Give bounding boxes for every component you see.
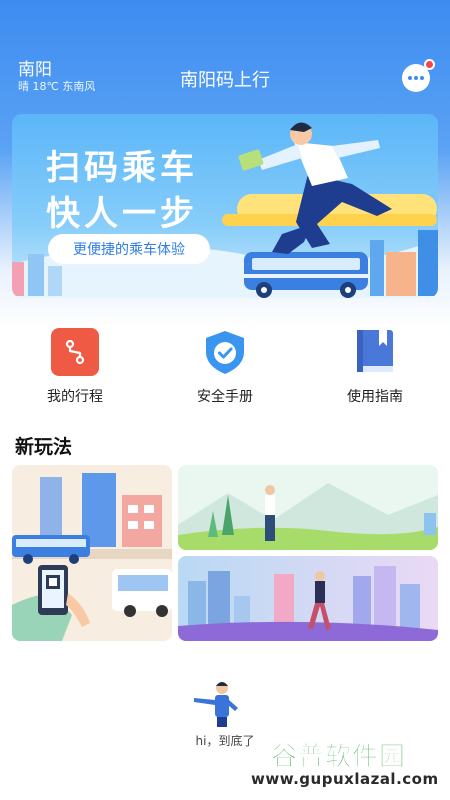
my-trips-label: 我的行程 [47,389,103,405]
safety-manual-label: 安全手册 [197,389,253,405]
route-icon [51,328,99,376]
feature-card-city[interactable] [178,556,438,641]
watermark: 谷普软件园 www.gupuxlazal.com [245,736,445,796]
watermark-url: www.gupuxlazal.com [251,770,439,788]
book-icon [351,328,399,376]
my-trips-button[interactable]: 我的行程 [20,328,130,406]
banner-headline-2: 快人一步 [46,194,198,234]
city-walk-illustration [178,556,438,641]
feature-card-outdoor[interactable] [178,465,438,550]
scan-bus-illustration [12,465,172,641]
waving-person-icon [194,682,238,727]
user-guide-button[interactable]: 使用指南 [320,328,430,406]
outdoor-illustration [178,465,438,550]
shield-check-icon [201,328,249,376]
banner-headline-1: 扫码乘车 [46,148,198,188]
more-dots-icon [408,76,424,80]
notification-badge [424,59,435,70]
feature-card-scan-bus[interactable] [12,465,172,641]
banner-cta-button[interactable]: 更便捷的乘车体验 [48,234,210,264]
user-guide-label: 使用指南 [347,389,403,405]
promo-banner[interactable]: 扫码乘车 快人一步 更便捷的乘车体验 [12,114,438,298]
section-title: 新玩法 [15,436,73,458]
watermark-name: 谷普软件园 [271,742,407,773]
safety-manual-button[interactable]: 安全手册 [170,328,280,406]
page-title: 南阳码上行 [180,70,270,91]
